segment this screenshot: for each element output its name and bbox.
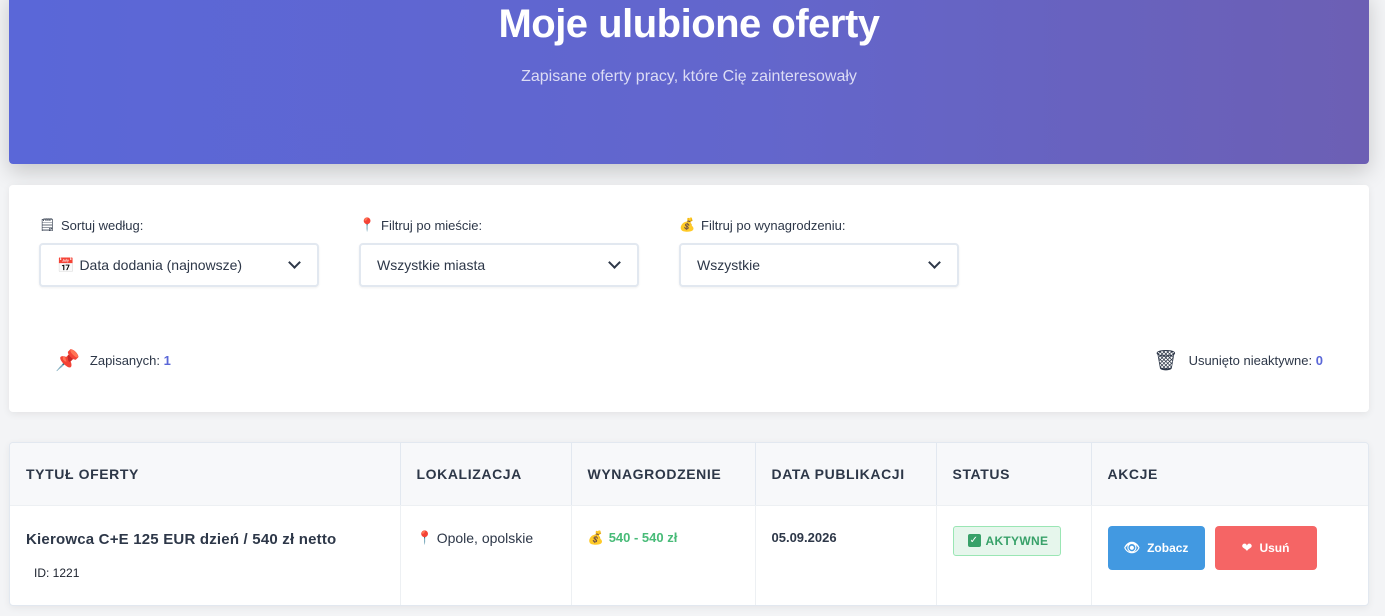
document-icon: 🗒 [39,217,56,232]
trash-icon: 🗑 [1153,350,1179,372]
chevron-down-icon [608,256,621,269]
sort-filter: 🗒 Sortuj według: 📅 Data dodania (najnows… [39,217,319,287]
eye-icon: 👁 [1123,539,1141,555]
offer-location-cell: 📍 Opole, opolskie [400,505,572,605]
check-icon: ✓ [967,534,981,547]
status-badge: ✓ AKTYWNE [952,525,1062,556]
city-label: 📍 Filtruj po mieście: [359,217,483,233]
offer-date-cell: 05.09.2026 [755,505,937,605]
removed-label: Usunięto nieaktywne: [1188,353,1313,368]
removed-count-stat: 🗑 Usunięto nieaktywne: 0 [1153,348,1323,373]
pin-icon: 📍 [416,529,433,545]
remove-offer-button[interactable]: ❤ Usuń [1214,525,1317,570]
saved-count: 1 [163,353,171,368]
offer-title[interactable]: Kierowca C+E 125 EUR dzień / 540 zł nett… [26,531,384,548]
view-offer-button[interactable]: 👁 Zobacz [1107,525,1205,570]
saved-count-stat: 📌 Zapisanych: 1 [55,348,171,373]
column-header-salary: WYNAGRODZENIE [571,443,756,506]
offer-salary: 540 - 540 zł [608,530,678,545]
salary-select-value: Wszystkie [697,257,760,273]
money-bag-icon: 💰 [587,529,604,545]
favorites-table: TYTUŁ OFERTY LOKALIZACJA WYNAGRODZENIE D… [9,442,1369,606]
pin-icon: 📍 [359,217,376,232]
chevron-down-icon [928,256,941,269]
pushpin-icon: 📌 [55,350,80,372]
page-header: Moje ulubione oferty Zapisane oferty pra… [9,0,1369,164]
filter-panel: 🗒 Sortuj według: 📅 Data dodania (najnows… [9,185,1369,412]
table-row: Kierowca C+E 125 EUR dzień / 540 zł nett… [10,505,1368,605]
city-select-value: Wszystkie miasta [377,257,486,273]
salary-label: 💰 Filtruj po wynagrodzeniu: [679,217,846,233]
column-header-location: LOKALIZACJA [400,443,572,506]
offer-status-cell: ✓ AKTYWNE [936,505,1092,605]
offer-salary-cell: 💰 540 - 540 zł [571,505,756,605]
column-header-date: DATA PUBLIKACJI [755,443,937,506]
offer-title-cell: Kierowca C+E 125 EUR dzień / 540 zł nett… [10,505,401,605]
offer-location: Opole, opolskie [436,529,534,546]
column-header-status: STATUS [936,443,1092,506]
column-header-actions: AKCJE [1091,443,1368,506]
column-header-title: TYTUŁ OFERTY [10,443,401,506]
city-select[interactable]: Wszystkie miasta [359,243,639,287]
money-bag-icon: 💰 [679,217,696,232]
salary-select[interactable]: Wszystkie [679,243,959,287]
saved-label: Zapisanych: [89,353,160,368]
offer-actions-cell: 👁 Zobacz ❤ Usuń [1091,505,1368,605]
offer-id: ID: 1221 [34,565,80,580]
heart-icon: ❤ [1241,539,1253,555]
sort-select-value: Data dodania (najnowsze) [79,257,243,273]
page-title: Moje ulubione oferty [498,2,880,46]
city-filter: 📍 Filtruj po mieście: Wszystkie miasta [359,217,639,287]
offer-date: 05.09.2026 [771,529,837,545]
removed-count: 0 [1315,353,1323,368]
chevron-down-icon [288,256,301,269]
salary-filter: 💰 Filtruj po wynagrodzeniu: Wszystkie [679,217,959,287]
page-subtitle: Zapisane oferty pracy, które Cię zainter… [521,68,857,85]
calendar-icon: 📅 [57,256,75,273]
sort-label: 🗒 Sortuj według: [39,217,144,233]
table-header-row: TYTUŁ OFERTY LOKALIZACJA WYNAGRODZENIE D… [10,443,1368,506]
sort-select[interactable]: 📅 Data dodania (najnowsze) [39,243,319,287]
